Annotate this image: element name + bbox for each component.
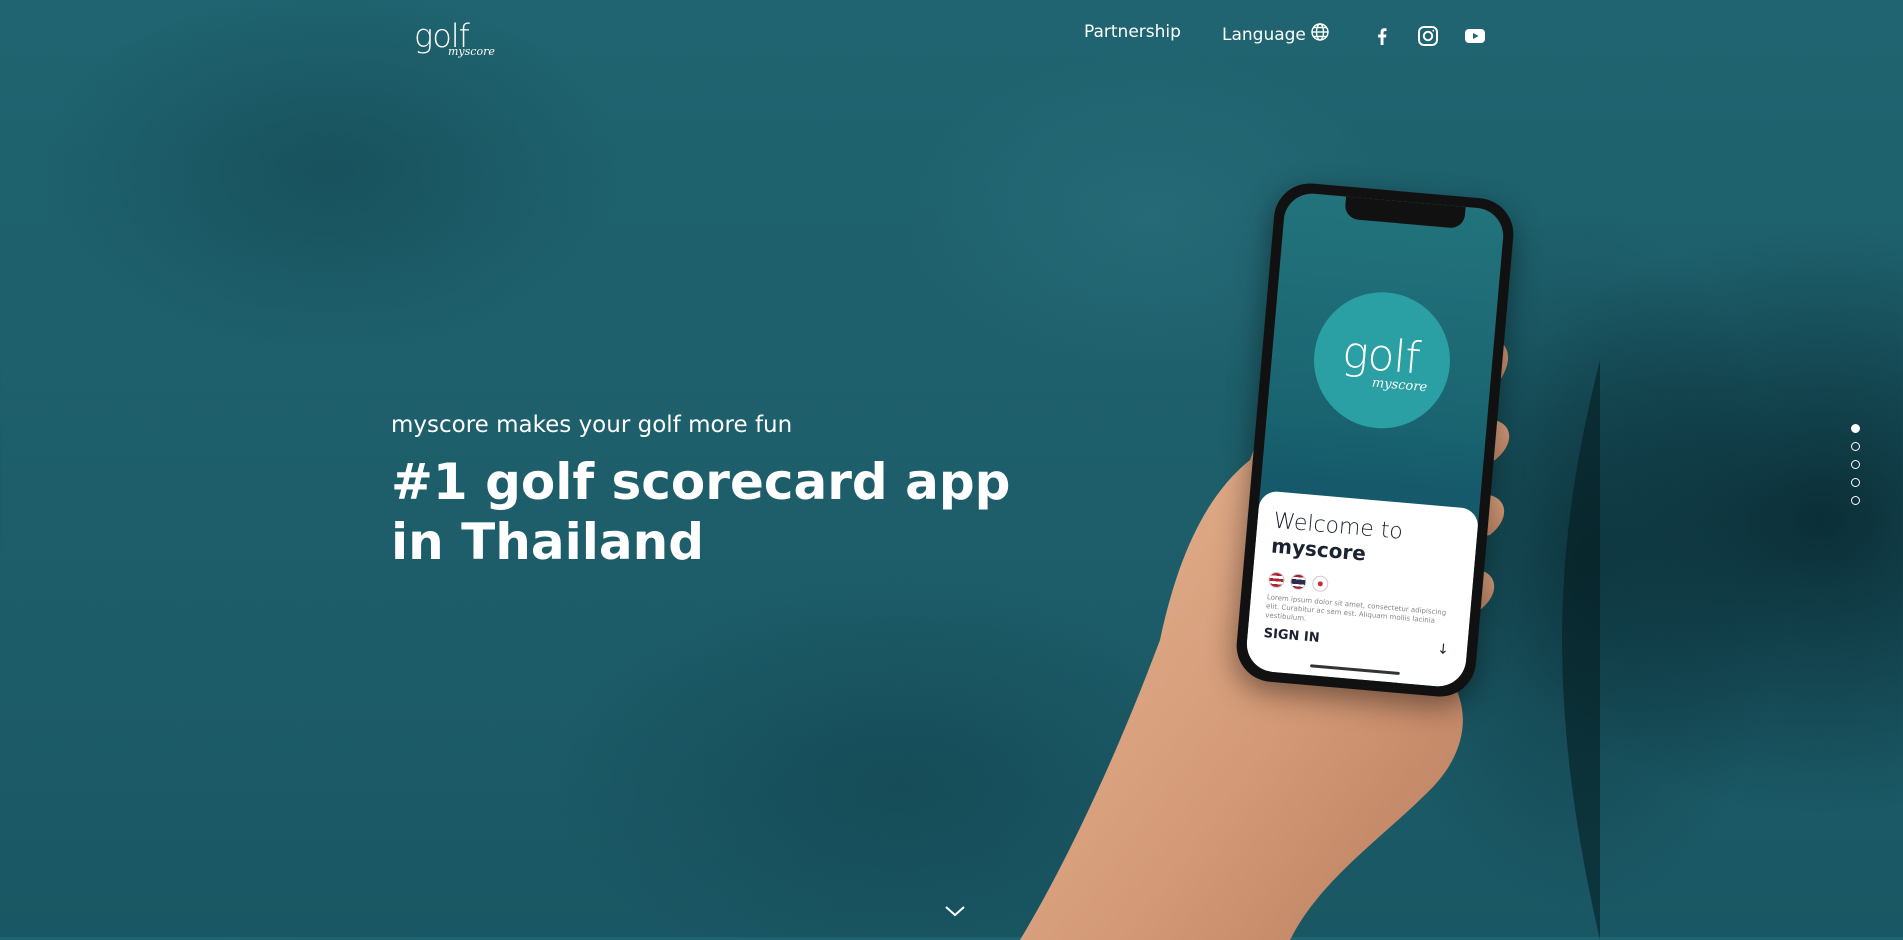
nav-language[interactable]: Language [1222,22,1330,47]
chevron-down-icon[interactable] [944,903,966,919]
pagination-dot-4[interactable] [1851,478,1860,487]
pagination-dot-3[interactable] [1851,460,1860,469]
phone-flags [1267,571,1329,593]
youtube-icon[interactable] [1463,24,1487,48]
nav-language-label: Language [1222,24,1306,45]
flag-kr-icon [1311,575,1329,593]
pagination-dot-5[interactable] [1851,496,1860,505]
phone-welcome-card: Welcome to myscore Lorem ipsum dolor sit… [1244,490,1480,689]
phone-signin: SIGN IN [1263,626,1321,646]
header: golf myscore Partnership Language [0,0,1903,72]
phone-logo: golf myscore [1308,286,1456,434]
instagram-icon[interactable] [1416,24,1440,48]
pagination-dot-2[interactable] [1851,442,1860,451]
nav-partnership[interactable]: Partnership [1084,22,1181,42]
phone-screen: golf myscore Welcome to myscore Lorem ip… [1244,191,1506,689]
arrow-down-icon: ↓ [1436,641,1450,659]
hero-title: #1 golf scorecard app in Thailand [391,452,1011,572]
hero-title-line-1: #1 golf scorecard app [391,453,1011,511]
flag-th-icon [1289,573,1308,591]
logo-sub: myscore [448,45,495,58]
pagination-dot-1[interactable] [1851,424,1860,433]
facebook-icon[interactable] [1370,24,1394,48]
phone-home-bar [1309,664,1400,676]
hero-title-line-2: in Thailand [391,513,704,571]
phone-logo-sub: myscore [1371,375,1428,396]
hero-subtitle: myscore makes your golf more fun [391,412,793,438]
flag-us-icon [1267,571,1286,589]
phone-mockup: golf myscore Welcome to myscore Lorem ip… [1233,180,1517,700]
globe-icon [1310,22,1330,47]
section-pagination [1851,424,1865,514]
logo[interactable]: golf myscore [414,16,495,64]
